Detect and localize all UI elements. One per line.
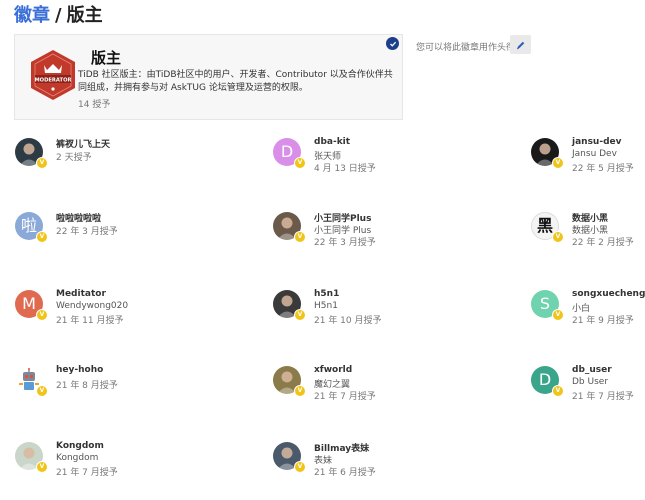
granted-date: 2 天授予	[56, 153, 92, 163]
breadcrumb-separator: /	[55, 5, 62, 26]
granted-date: 21 年 6 月授予	[314, 468, 376, 478]
page-title: 徽章 / 版主	[14, 4, 103, 28]
granted-date: 22 年 3 月授予	[314, 238, 376, 248]
verified-badge-icon: V	[294, 461, 306, 473]
avatar-letter: 啦	[20, 216, 37, 235]
avatar-letter: 黑	[536, 216, 553, 235]
avatar-letter: M	[22, 294, 36, 313]
verified-badge-icon: V	[294, 385, 306, 397]
check-icon	[389, 41, 396, 47]
username-link[interactable]: hey-hoho	[56, 365, 103, 375]
username-link[interactable]: Meditator	[56, 289, 106, 299]
username-link[interactable]: songxuecheng	[572, 289, 645, 299]
granted-date: 22 年 2 月授予	[572, 238, 634, 248]
pencil-icon	[516, 41, 524, 49]
user-item[interactable]: 啦 V 啦啦啦啦啦 22 年 3 月授予	[15, 212, 215, 252]
edit-title-button[interactable]	[510, 35, 531, 54]
user-item[interactable]: V Kongdom Kongdom 21 年 7 月授予	[15, 441, 215, 482]
username-link[interactable]: 裤衩儿飞上天	[56, 137, 110, 150]
user-item[interactable]: V 小王同学Plus 小王同学 Plus 22 年 3 月授予	[273, 212, 473, 252]
verified-badge-icon: V	[294, 157, 306, 169]
verified-badge-icon: V	[36, 231, 48, 243]
granted-date: 22 年 3 月授予	[56, 227, 118, 237]
user-item[interactable]: Vh5n1 H5n1 21 年 10 月授予	[273, 289, 473, 330]
verified-badge-icon: V	[552, 231, 564, 243]
badge-name: 版主	[91, 49, 122, 67]
granted-date: 4 月 13 日授予	[314, 164, 376, 174]
verified-badge-icon: V	[552, 309, 564, 321]
verified-badge-icon: V	[552, 157, 564, 169]
use-as-title-checkbox[interactable]	[386, 37, 399, 50]
username-link[interactable]: dba-kit	[314, 137, 350, 147]
user-display-name: Wendywong020	[56, 301, 129, 311]
verified-badge-icon: V	[36, 309, 48, 321]
user-item[interactable]: V Billmay表妹 表妹 21 年 6 月授予	[273, 442, 473, 482]
avatar-letter: D	[538, 370, 552, 389]
user-display-name: H5n1	[314, 301, 338, 311]
username-link[interactable]: jansu-dev	[572, 137, 621, 147]
granted-date: 21 年 7 月授予	[314, 392, 376, 402]
user-item[interactable]: M V Meditator Wendywong020 21 年 11 月授予	[15, 289, 215, 330]
username-link[interactable]: Kongdom	[56, 441, 104, 451]
granted-date: 21 年 11 月授予	[56, 316, 124, 326]
user-display-name: Jansu Dev	[572, 149, 617, 159]
moderator-shield-icon: MODERATOR	[29, 49, 77, 101]
granted-date: 21 年 7 月授予	[56, 468, 118, 478]
svg-text:MODERATOR: MODERATOR	[35, 77, 72, 83]
granted-date: 21 年 9 月授予	[572, 316, 634, 326]
verified-badge-icon: V	[552, 385, 564, 397]
badge-card: MODERATOR 版主 TiDB 社区版主：由TiDB社区中的用户、开发者、C…	[14, 34, 403, 120]
use-as-title-hint: 您可以将此徽章用作头衔	[416, 43, 516, 53]
badge-description: TiDB 社区版主：由TiDB社区中的用户、开发者、Contributor 以及…	[78, 70, 393, 93]
badge-granted-count: 14 授予	[78, 100, 111, 110]
verified-badge-icon: V	[36, 461, 48, 473]
user-item[interactable]: D Vdb_user Db User 21 年 7 月授予	[531, 365, 645, 406]
username-link[interactable]: xfworld	[314, 365, 352, 375]
granted-date: 21 年 8 月授予	[56, 381, 118, 391]
granted-date: 22 年 5 月授予	[572, 164, 634, 174]
user-item[interactable]: D Vdba-kit 张天师 4 月 13 日授予	[273, 137, 473, 178]
verified-badge-icon: V	[294, 309, 306, 321]
username-link[interactable]: 啦啦啦啦啦	[56, 211, 101, 224]
username-link[interactable]: db_user	[572, 365, 612, 375]
user-item[interactable]: S Vsongxuecheng 小白 21 年 9 月授予	[531, 289, 645, 330]
granted-date: 21 年 10 月授予	[314, 316, 382, 326]
user-display-name: Kongdom	[56, 453, 99, 463]
avatar-letter: D	[280, 142, 294, 161]
user-display-name: Db User	[572, 377, 609, 387]
avatar-letter: S	[539, 294, 551, 313]
user-item[interactable]: Vjansu-dev Jansu Dev 22 年 5 月授予	[531, 137, 645, 178]
verified-badge-icon: V	[36, 157, 48, 169]
verified-badge-icon: V	[36, 385, 48, 397]
granted-date: 21 年 7 月授予	[572, 392, 634, 402]
badge-title: 版主	[66, 5, 103, 26]
verified-badge-icon: V	[294, 231, 306, 243]
user-item[interactable]: V 裤衩儿飞上天 2 天授予	[15, 138, 215, 178]
user-item[interactable]: 黑 V 数据小黑 数据小黑 22 年 2 月授予	[531, 212, 645, 252]
user-item[interactable]: Vxfworld 魔幻之翼 21 年 7 月授予	[273, 365, 473, 406]
badges-link[interactable]: 徽章	[14, 5, 50, 26]
user-item[interactable]: Vhey-hoho 21 年 8 月授予	[15, 365, 215, 406]
username-link[interactable]: h5n1	[314, 289, 339, 299]
